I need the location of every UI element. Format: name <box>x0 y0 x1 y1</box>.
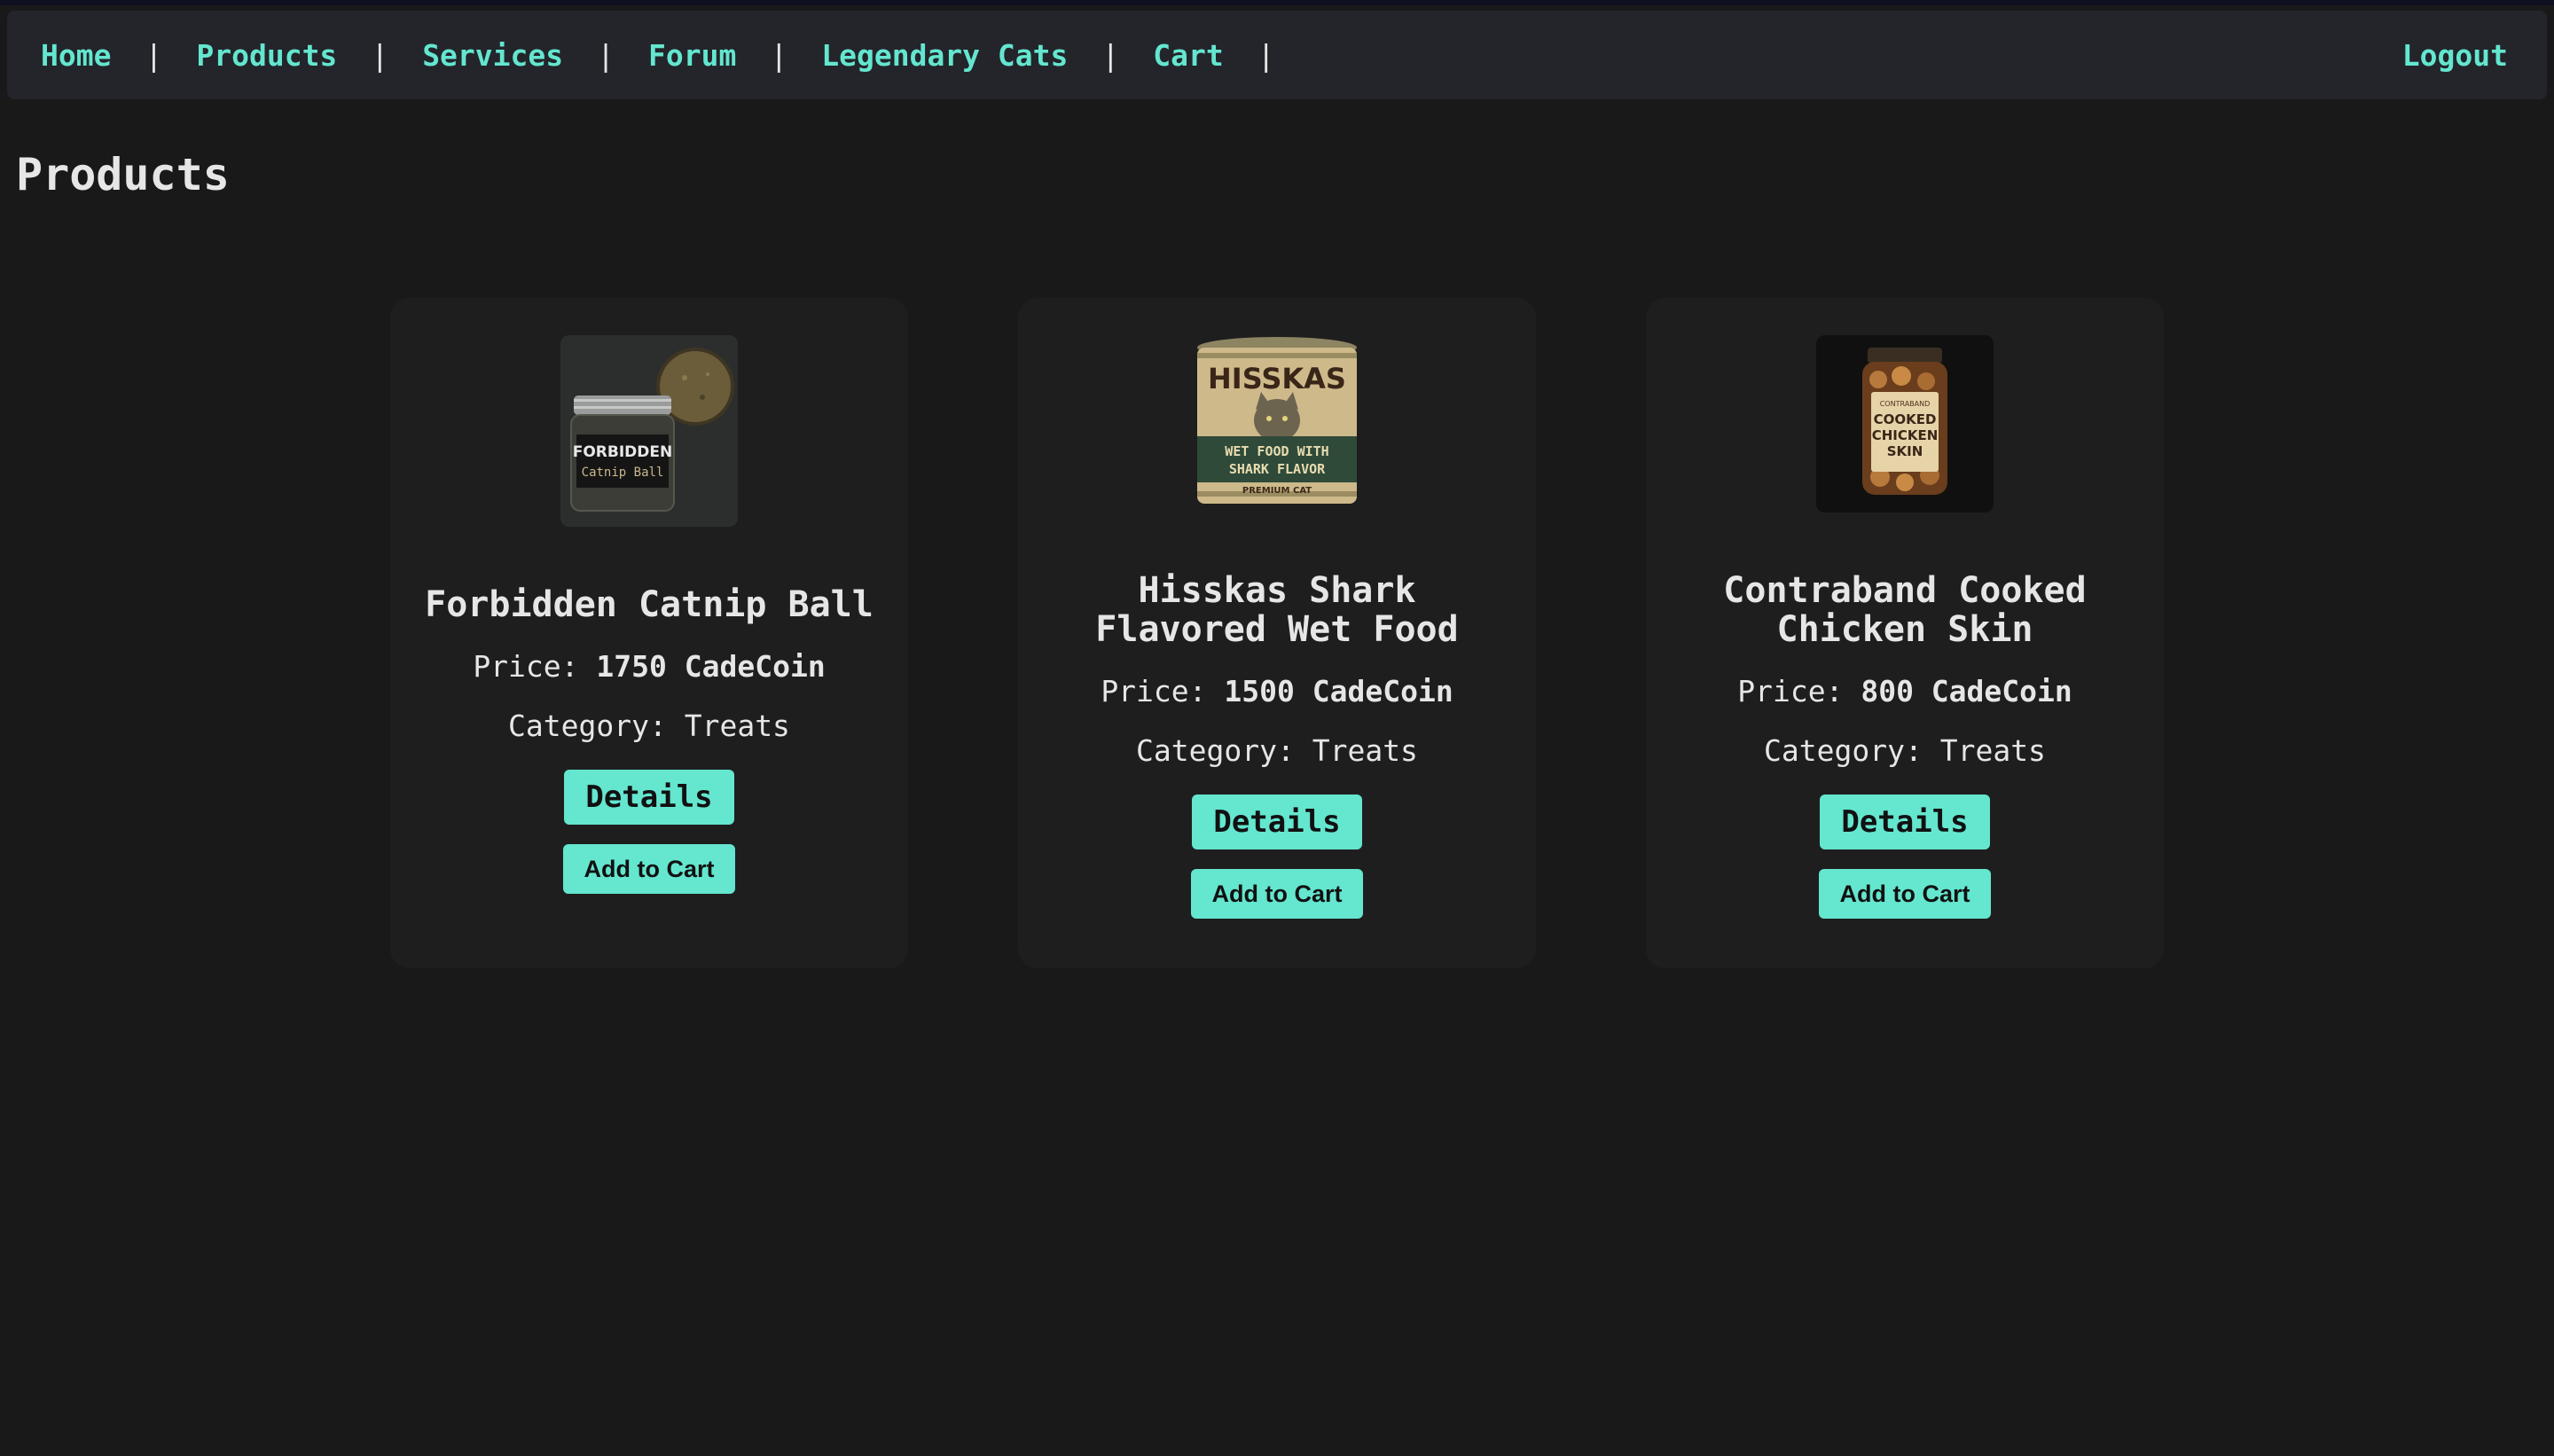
nav-separator: | <box>1101 37 1120 73</box>
price-value: 1500 CadeCoin <box>1224 674 1453 708</box>
add-to-cart-button[interactable]: Add to Cart <box>562 844 736 894</box>
details-button[interactable]: Details <box>1820 795 1990 849</box>
add-to-cart-button[interactable]: Add to Cart <box>1818 869 1992 919</box>
image-sublabel: SKIN <box>1887 443 1923 459</box>
nav-link-cart[interactable]: Cart <box>1153 38 1223 73</box>
price-value: 1750 CadeCoin <box>596 649 826 684</box>
product-image: CONTRABAND COOKED CHICKEN SKIN <box>1816 335 1994 513</box>
app-window: Home | Products | Services | Forum | Leg… <box>0 0 2554 1456</box>
product-image: HISSKAS WET FOOD WITH SHARK FLAVOR PREMI… <box>1188 335 1366 513</box>
image-sublabel: WET FOOD WITH <box>1225 443 1328 459</box>
product-category: Category: Treats <box>508 708 790 743</box>
product-card: CONTRABAND COOKED CHICKEN SKIN Contraban… <box>1646 298 2164 968</box>
image-sublabel: Catnip Ball <box>582 466 664 480</box>
product-card: HISSKAS WET FOOD WITH SHARK FLAVOR PREMI… <box>1018 298 1536 968</box>
nav-separator: | <box>597 37 615 73</box>
image-label: FORBIDDEN <box>573 443 673 461</box>
image-label: CONTRABAND <box>1880 400 1931 408</box>
product-name: Hisskas Shark Flavored Wet Food <box>1095 570 1459 650</box>
product-category: Category: Treats <box>1136 733 1418 768</box>
image-sublabel: SHARK FLAVOR <box>1229 461 1326 477</box>
image-label: HISSKAS <box>1208 362 1346 395</box>
nav-link-home[interactable]: Home <box>41 38 111 73</box>
price-label: Price: <box>1101 674 1207 708</box>
product-name: Contraband Cooked Chicken Skin <box>1723 570 2087 650</box>
product-card: FORBIDDEN Catnip Ball Forbidden Catnip B… <box>390 298 908 968</box>
product-price: Price: 1500 CadeCoin <box>1101 674 1453 708</box>
image-sublabel: PREMIUM CAT <box>1242 486 1312 496</box>
nav-link-services[interactable]: Services <box>422 38 563 73</box>
details-button[interactable]: Details <box>564 770 734 825</box>
details-button[interactable]: Details <box>1192 795 1362 849</box>
nav-link-products[interactable]: Products <box>196 38 337 73</box>
logout-link[interactable]: Logout <box>2402 38 2508 73</box>
cat-food-can-icon[interactable]: HISSKAS WET FOOD WITH SHARK FLAVOR PREMI… <box>1188 335 1366 513</box>
nav-link-legendary-cats[interactable]: Legendary Cats <box>821 38 1068 73</box>
image-sublabel: CHICKEN <box>1872 427 1939 443</box>
product-price: Price: 1750 CadeCoin <box>473 649 825 684</box>
price-label: Price: <box>473 649 579 684</box>
product-category: Category: Treats <box>1764 733 2046 768</box>
top-navbar: Home | Products | Services | Forum | Leg… <box>7 11 2547 99</box>
nav-separator: | <box>371 37 389 73</box>
product-image: FORBIDDEN Catnip Ball <box>560 335 738 527</box>
nav-separator: | <box>145 37 163 73</box>
add-to-cart-button[interactable]: Add to Cart <box>1190 869 1364 919</box>
price-value: 800 CadeCoin <box>1861 674 2072 708</box>
catnip-jar-icon[interactable]: FORBIDDEN Catnip Ball <box>560 335 738 527</box>
nav-separator: | <box>770 37 788 73</box>
image-sublabel: COOKED <box>1874 411 1937 427</box>
chicken-skin-jar-icon[interactable]: CONTRABAND COOKED CHICKEN SKIN <box>1816 335 1994 513</box>
price-label: Price: <box>1737 674 1844 708</box>
page-title: Products <box>16 149 230 200</box>
product-name: Forbidden Catnip Ball <box>425 584 874 625</box>
nav-link-forum[interactable]: Forum <box>648 38 736 73</box>
nav-separator: | <box>1257 37 1275 73</box>
product-price: Price: 800 CadeCoin <box>1737 674 2072 708</box>
nav-links: Home | Products | Services | Forum | Leg… <box>41 38 1309 73</box>
